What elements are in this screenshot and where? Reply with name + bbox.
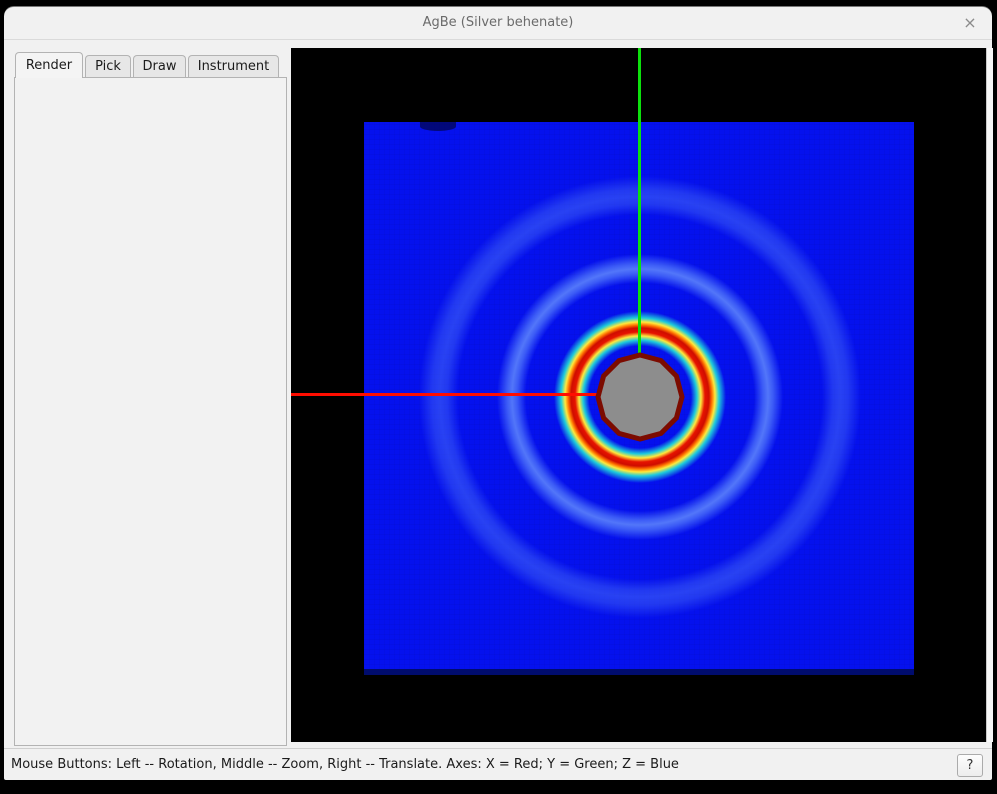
x-axis-line bbox=[291, 393, 602, 396]
statusbar: Mouse Buttons: Left -- Rotation, Middle … bbox=[4, 748, 992, 781]
status-text: Mouse Buttons: Left -- Rotation, Middle … bbox=[11, 749, 679, 782]
detector-edge-strip bbox=[364, 669, 914, 675]
tab-instrument[interactable]: Instrument bbox=[188, 55, 279, 78]
viewport-scrollbar[interactable] bbox=[986, 48, 993, 742]
app-window: AgBe (Silver behenate) × Render Pick Dra… bbox=[4, 6, 992, 780]
tab-pick[interactable]: Pick bbox=[85, 55, 131, 78]
detector-artifact bbox=[420, 122, 456, 131]
render-viewport[interactable] bbox=[291, 48, 986, 742]
render-panel bbox=[14, 77, 287, 746]
screen: { "window": { "title": "AgBe (Silver beh… bbox=[0, 0, 997, 794]
close-icon[interactable]: × bbox=[960, 13, 980, 33]
titlebar: AgBe (Silver behenate) × bbox=[4, 7, 992, 40]
tab-draw[interactable]: Draw bbox=[133, 55, 186, 78]
help-button[interactable]: ? bbox=[957, 754, 983, 777]
tab-render[interactable]: Render bbox=[15, 52, 83, 78]
window-title: AgBe (Silver behenate) bbox=[4, 7, 992, 40]
beamstop-mask bbox=[590, 347, 690, 447]
y-axis-line bbox=[638, 48, 641, 360]
